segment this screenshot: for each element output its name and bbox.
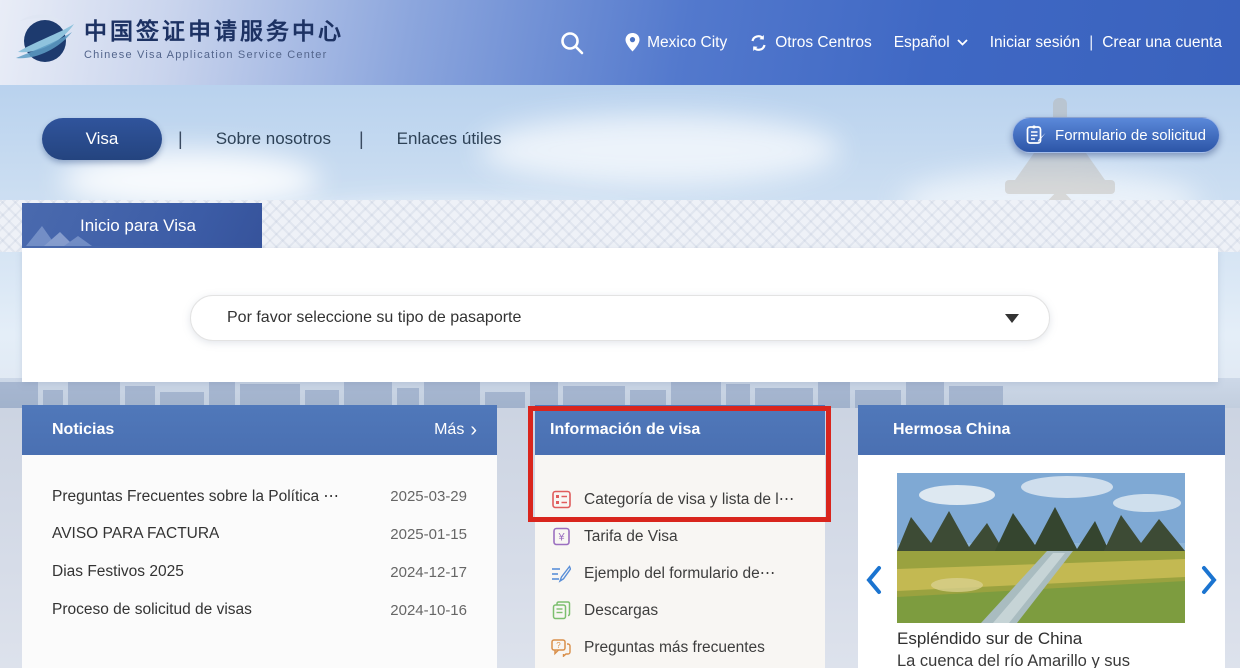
downloads-icon [551,601,571,621]
news-item[interactable]: AVISO PARA FACTURA 2025-01-15 [22,515,497,553]
news-header: Noticias Más › [22,405,497,455]
chevron-down-icon [957,39,968,46]
news-item[interactable]: Dias Festivos 2025 2024-12-17 [22,553,497,591]
more-label: Más [434,421,464,439]
passport-select-placeholder: Por favor seleccione su tipo de pasaport… [227,309,521,327]
application-form-button[interactable]: Formulario de solicitud [1012,117,1220,153]
register-link[interactable]: Crear una cuenta [1102,34,1222,52]
news-list: Preguntas Frecuentes sobre la Política ⋯… [22,455,497,668]
news-item-date: 2024-10-16 [378,602,467,619]
nav-separator: | [178,129,183,150]
tab-enlaces-utiles[interactable]: Enlaces útiles [397,129,502,149]
logo-chinese-name: 中国签证申请服务中心 [84,19,344,45]
switch-centers-icon [749,34,768,52]
visa-info-item-ejemplo[interactable]: Ejemplo del formulario de⋯ [535,555,825,592]
news-more-link[interactable]: Más › [434,420,477,440]
form-pen-icon [1026,125,1047,145]
tab-visa[interactable]: Visa [42,118,162,160]
main-nav: Visa | Sobre nosotros | Enlaces útiles [42,117,502,161]
cloud-decoration [480,115,840,185]
visa-info-item-categoria[interactable]: Categoría de visa y lista de l⋯ [535,481,825,518]
city-skyline-band [0,378,1240,408]
svg-text:¥: ¥ [557,532,565,544]
other-centers-link[interactable]: Otros Centros [749,34,871,52]
logo-text: 中国签证申请服务中心 Chinese Visa Application Serv… [84,19,344,61]
news-item[interactable]: Preguntas Frecuentes sobre la Política ⋯… [22,477,497,515]
search-icon[interactable] [559,30,585,56]
visa-fee-icon: ¥ [551,527,571,547]
caption-line: La cuenca del río Amarillo y sus [897,650,1197,668]
visa-info-label: Descargas [584,602,658,620]
news-item-title: AVISO PARA FACTURA [52,525,219,543]
visa-category-icon [551,490,571,510]
passport-type-select[interactable]: Por favor seleccione su tipo de pasaport… [190,295,1050,341]
current-city-label: Mexico City [647,34,727,52]
visa-info-panel: Información de visa Categoría de visa y … [535,405,825,668]
other-centers-label: Otros Centros [775,34,871,52]
auth-separator: | [1087,34,1095,52]
beautiful-china-header: Hermosa China [858,405,1225,455]
visa-info-label: Categoría de visa y lista de l⋯ [584,490,794,509]
caption-title: Espléndido sur de China [897,628,1197,650]
application-form-label: Formulario de solicitud [1055,127,1206,144]
news-panel: Noticias Más › Preguntas Frecuentes sobr… [22,405,497,668]
home-tab-label: Inicio para Visa [80,216,196,236]
visa-info-label: Ejemplo del formulario de⋯ [584,564,775,583]
news-item-date: 2025-01-15 [378,526,467,543]
select-caret-icon [1005,314,1019,323]
nav-separator: | [359,129,364,150]
visa-info-item-faq[interactable]: ? Preguntas más frecuentes [535,629,825,666]
beautiful-china-panel: Hermosa China [858,405,1225,668]
visa-info-label: Tarifa de Visa [584,528,678,546]
news-item-date: 2025-03-29 [378,488,467,505]
visa-info-title: Información de visa [550,421,700,439]
auth-links: Iniciar sesión | Crear una cuenta [990,34,1222,52]
logo-globe-icon [14,8,76,72]
carousel-next-button[interactable] [1201,565,1217,600]
news-item-title: Preguntas Frecuentes sobre la Política ⋯ [52,487,339,506]
carousel-photo[interactable] [897,473,1185,623]
news-title: Noticias [52,421,114,439]
language-label: Español [894,34,950,52]
news-item-title: Dias Festivos 2025 [52,563,184,581]
language-selector[interactable]: Español [894,34,968,52]
visa-info-header: Información de visa [535,405,825,455]
news-item-date: 2024-12-17 [378,564,467,581]
form-sample-icon [551,564,571,584]
carousel-prev-button[interactable] [866,565,882,600]
visa-info-item-tarifa[interactable]: ¥ Tarifa de Visa [535,518,825,555]
news-item-title: Proceso de solicitud de visas [52,601,252,619]
beautiful-china-title: Hermosa China [893,421,1010,439]
login-link[interactable]: Iniciar sesión [990,34,1080,52]
site-logo[interactable]: 中国签证申请服务中心 Chinese Visa Application Serv… [14,8,344,72]
chevron-right-icon: › [470,420,477,440]
site-header: 中国签证申请服务中心 Chinese Visa Application Serv… [0,0,1240,85]
visa-info-item-descargas[interactable]: Descargas [535,592,825,629]
tab-sobre-nosotros[interactable]: Sobre nosotros [216,129,331,149]
faq-icon: ? [551,638,571,658]
news-item[interactable]: Proceso de solicitud de visas 2024-10-16 [22,591,497,629]
location-pin-icon [625,33,640,52]
visa-info-list: Categoría de visa y lista de l⋯ ¥ Tarifa… [535,455,825,668]
beautiful-china-carousel: Espléndido sur de China La cuenca del rí… [858,455,1225,668]
logo-english-name: Chinese Visa Application Service Center [84,49,344,61]
mountain-decoration [26,216,96,246]
carousel-caption[interactable]: Espléndido sur de China La cuenca del rí… [897,628,1197,668]
header-toolbar: Mexico City Otros Centros Español Inicia… [559,0,1222,85]
svg-text:?: ? [556,641,561,650]
page: 中国签证申请服务中心 Chinese Visa Application Serv… [0,0,1240,668]
tab-inicio-para-visa[interactable]: Inicio para Visa [22,203,262,248]
location-selector[interactable]: Mexico City [625,33,727,52]
visa-info-label: Preguntas más frecuentes [584,639,765,657]
